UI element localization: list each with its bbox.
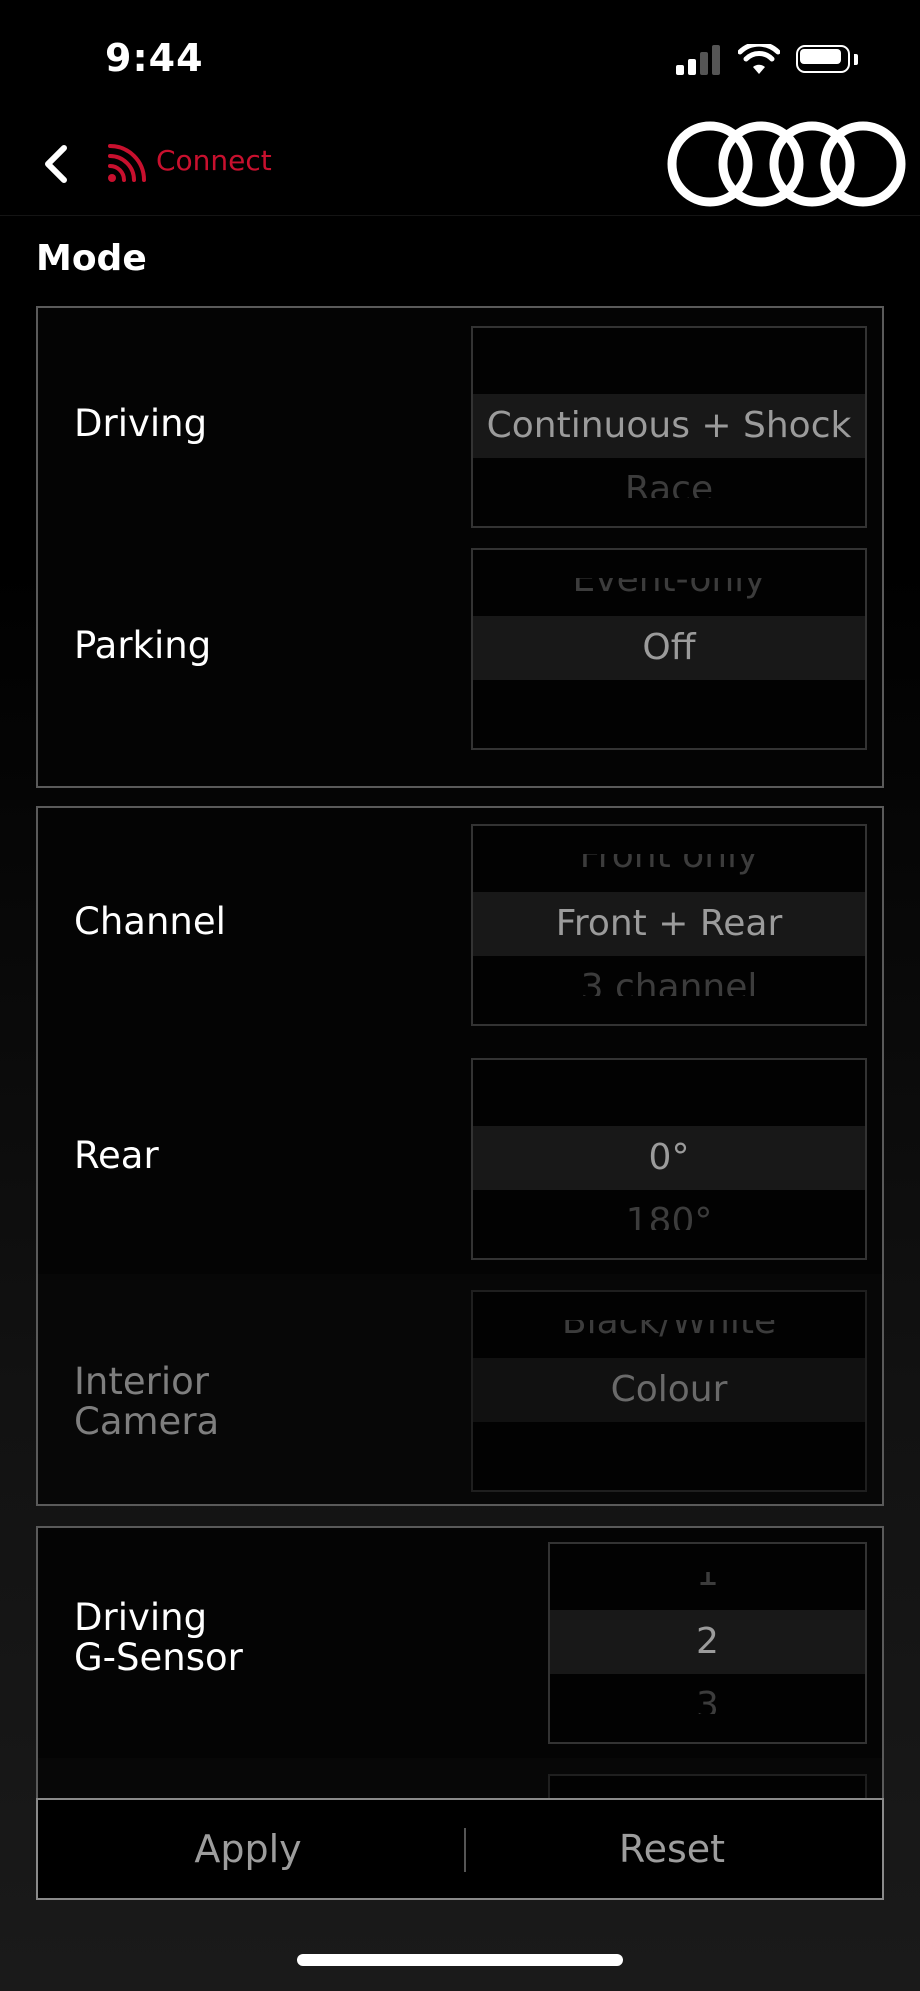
wifi-icon <box>738 44 780 74</box>
channel-picker[interactable]: Front only Front + Rear 3 channel <box>471 824 867 1026</box>
four-rings-logo <box>667 121 906 207</box>
cellular-signal-icon <box>676 45 722 75</box>
action-bar: Apply Reset <box>36 1798 884 1900</box>
picker-option[interactable]: 3 channel <box>473 956 865 996</box>
picker-option[interactable] <box>473 1422 865 1462</box>
driving-g-sensor-picker[interactable]: 1 2 3 <box>548 1542 867 1744</box>
interior-camera-section: Interior Camera Black/White Colour <box>38 1274 882 1504</box>
channel-label: Channel <box>74 900 226 943</box>
picker-option-selected[interactable]: Colour <box>473 1358 865 1422</box>
picker-option[interactable]: 1 <box>550 1572 865 1606</box>
home-indicator[interactable] <box>297 1954 623 1966</box>
apply-button[interactable]: Apply <box>38 1800 458 1898</box>
status-bar: 9:44 <box>0 0 920 110</box>
mode-card: Driving Continuous + Shock Race Parking … <box>36 306 884 788</box>
picker-option-selected[interactable]: Continuous + Shock <box>473 394 865 458</box>
g-sensor-card: Driving G-Sensor 1 2 3 <box>36 1526 884 1834</box>
driving-g-sensor-label: Driving G-Sensor <box>74 1596 243 1679</box>
picker-option[interactable] <box>473 680 865 720</box>
picker-option[interactable]: Black/White <box>473 1320 865 1354</box>
interior-camera-label: Interior Camera <box>74 1360 220 1443</box>
parking-mode-label: Parking <box>74 624 212 667</box>
picker-option[interactable] <box>473 1088 865 1122</box>
wireless-signal-icon <box>108 144 146 182</box>
picker-option[interactable]: Race <box>473 458 865 498</box>
rear-picker[interactable]: 0° 180° <box>471 1058 867 1260</box>
nav-bar: Connect <box>0 110 920 216</box>
status-time: 9:44 <box>105 36 204 80</box>
section-title: Mode <box>36 238 147 279</box>
parking-mode-picker[interactable]: Event-only Off <box>471 548 867 750</box>
camera-card: Channel Front only Front + Rear 3 channe… <box>36 806 884 1506</box>
interior-camera-picker[interactable]: Black/White Colour <box>471 1290 867 1492</box>
rear-label: Rear <box>74 1134 159 1177</box>
battery-icon <box>796 45 858 75</box>
picker-option-selected[interactable]: 0° <box>473 1126 865 1190</box>
reset-button[interactable]: Reset <box>462 1800 882 1898</box>
connect-link[interactable]: Connect <box>156 144 272 177</box>
picker-option[interactable]: Front only <box>473 854 865 888</box>
picker-option-selected[interactable]: Off <box>473 616 865 680</box>
status-icons <box>676 44 858 76</box>
chevron-left-icon[interactable] <box>38 140 74 188</box>
picker-option-selected[interactable]: Front + Rear <box>473 892 865 956</box>
picker-option[interactable]: 180° <box>473 1190 865 1230</box>
picker-option[interactable]: Event-only <box>473 578 865 612</box>
driving-mode-label: Driving <box>74 402 208 445</box>
picker-option-selected[interactable]: 2 <box>550 1610 865 1674</box>
picker-option[interactable]: 3 <box>550 1674 865 1714</box>
driving-mode-picker[interactable]: Continuous + Shock Race <box>471 326 867 528</box>
picker-option[interactable] <box>473 356 865 390</box>
